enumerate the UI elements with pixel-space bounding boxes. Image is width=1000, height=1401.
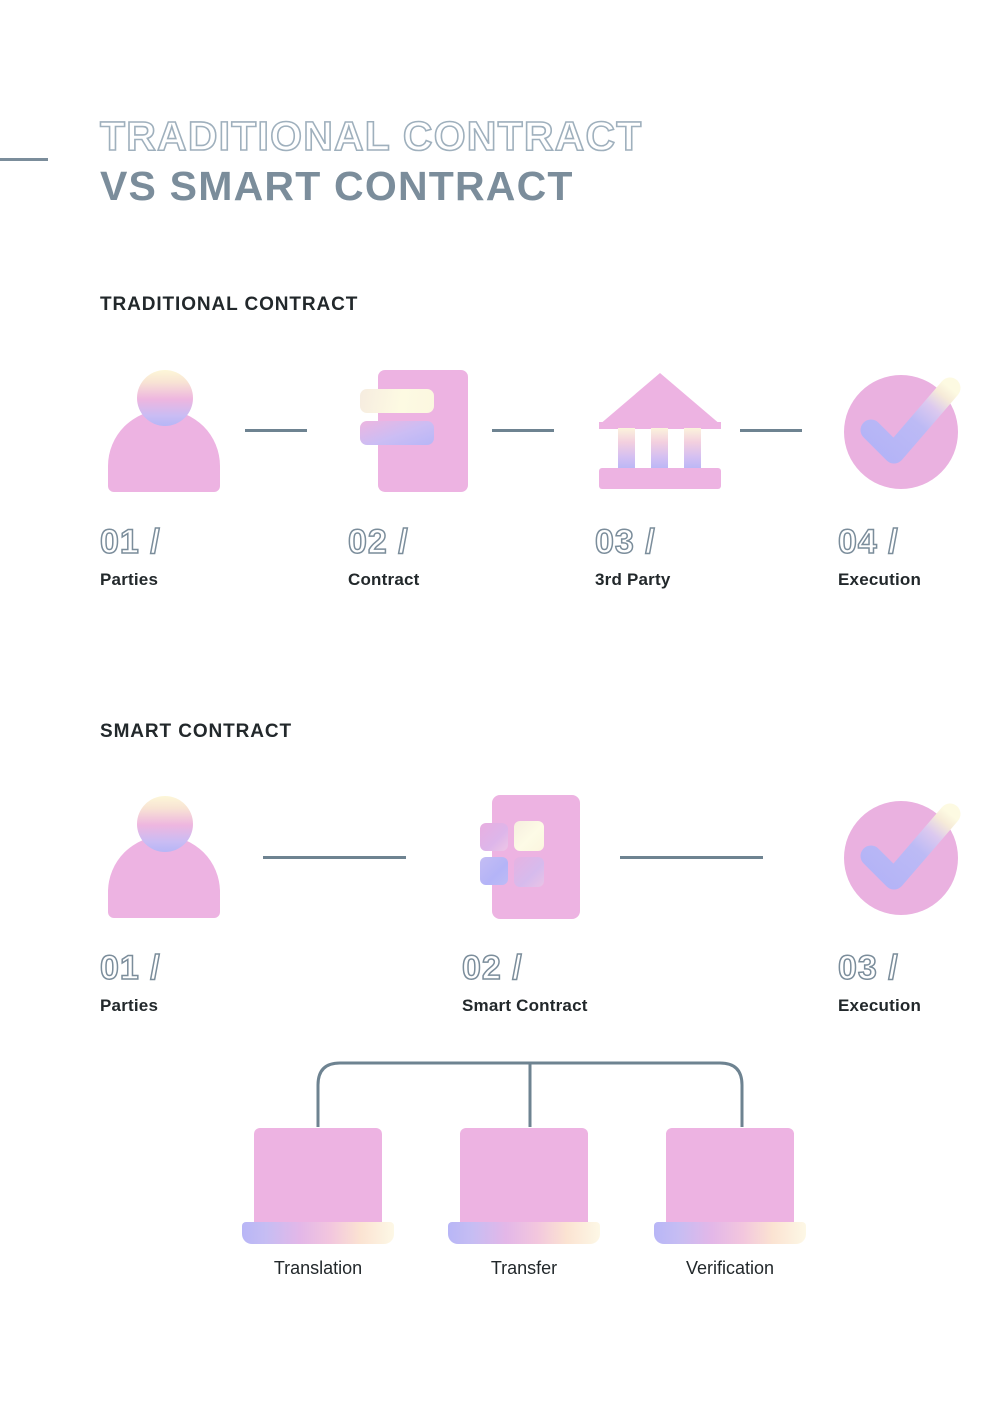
person-head-shape [137, 370, 193, 426]
step-label: Execution [838, 570, 922, 589]
smart-block [480, 823, 508, 851]
person-head-shape [137, 796, 193, 852]
step-number: 04 / [837, 522, 899, 562]
page-title-line-1: TRADITIONAL CONTRACT [99, 112, 643, 160]
laptop-icon [448, 1128, 600, 1244]
step-smart-execution: 03 / Execution [837, 791, 1000, 1016]
step-smart-contract: 02 / Smart Contract [461, 791, 642, 1016]
step-traditional-contract: 02 / Contract [347, 365, 528, 590]
laptop-base-shape [448, 1222, 600, 1244]
branch-item-transfer: Transfer [448, 1128, 600, 1279]
step-number: 01 / [99, 948, 161, 988]
branch-item-translation: Translation [242, 1128, 394, 1279]
step-number: 02 / [461, 948, 523, 988]
check-circle-icon [838, 365, 1000, 495]
step-label: Contract [348, 570, 420, 589]
checkmark-glyph [860, 377, 961, 464]
step-traditional-execution: 04 / Execution [837, 365, 1000, 590]
branch-label: Verification [685, 1258, 775, 1278]
person-icon [100, 791, 280, 921]
connector-line-smart-1-2 [263, 856, 406, 859]
bank-base-shape [599, 468, 721, 489]
step-number: 03 / [594, 522, 656, 562]
laptop-icon [242, 1128, 394, 1244]
smart-contract-blocks-icon [462, 791, 642, 921]
bank-icon [595, 365, 775, 495]
bank-roof-shape [599, 373, 721, 425]
step-number: 02 / [347, 522, 409, 562]
step-label: Execution [838, 996, 922, 1015]
branch-label: Transfer [490, 1258, 558, 1278]
smart-block [514, 821, 544, 851]
step-label: Parties [100, 570, 159, 589]
smart-block [480, 857, 508, 885]
laptop-icon [654, 1128, 806, 1244]
step-traditional-parties: 01 / Parties [99, 365, 280, 590]
branch-label: Translation [273, 1258, 363, 1278]
page-title: TRADITIONAL CONTRACT VS SMART CONTRACT [99, 112, 860, 210]
step-smart-parties: 01 / Parties [99, 791, 280, 1016]
laptop-screen-shape [666, 1128, 794, 1222]
contract-tab-top [360, 389, 434, 413]
check-circle-icon [838, 791, 1000, 921]
step-label: Parties [100, 996, 159, 1015]
smart-block [514, 857, 544, 887]
bank-column [651, 428, 668, 469]
step-traditional-third-party: 03 / 3rd Party [594, 365, 775, 590]
step-label: 3rd Party [595, 570, 671, 589]
branch-item-verification: Verification [654, 1128, 806, 1279]
branch-bracket-connector [316, 1061, 744, 1127]
step-number: 03 / [837, 948, 899, 988]
bank-column [618, 428, 635, 469]
person-icon [100, 365, 280, 495]
branch-group: Translation Transfer Verification [242, 1128, 812, 1298]
step-number: 01 / [99, 522, 161, 562]
section-heading-traditional: TRADITIONAL CONTRACT [100, 294, 359, 315]
laptop-screen-shape [254, 1128, 382, 1222]
laptop-screen-shape [460, 1128, 588, 1222]
bank-column [684, 428, 701, 469]
laptop-base-shape [242, 1222, 394, 1244]
contract-document-icon [348, 365, 528, 495]
laptop-base-shape [654, 1222, 806, 1244]
accent-rule [0, 158, 48, 161]
infographic-page: TRADITIONAL CONTRACT VS SMART CONTRACT T… [0, 0, 1000, 1401]
contract-tab-bottom [360, 421, 434, 445]
checkmark-glyph [860, 803, 961, 890]
step-label: Smart Contract [462, 996, 588, 1015]
section-heading-smart: SMART CONTRACT [100, 721, 293, 742]
page-title-line-2: VS SMART CONTRACT [100, 163, 574, 209]
